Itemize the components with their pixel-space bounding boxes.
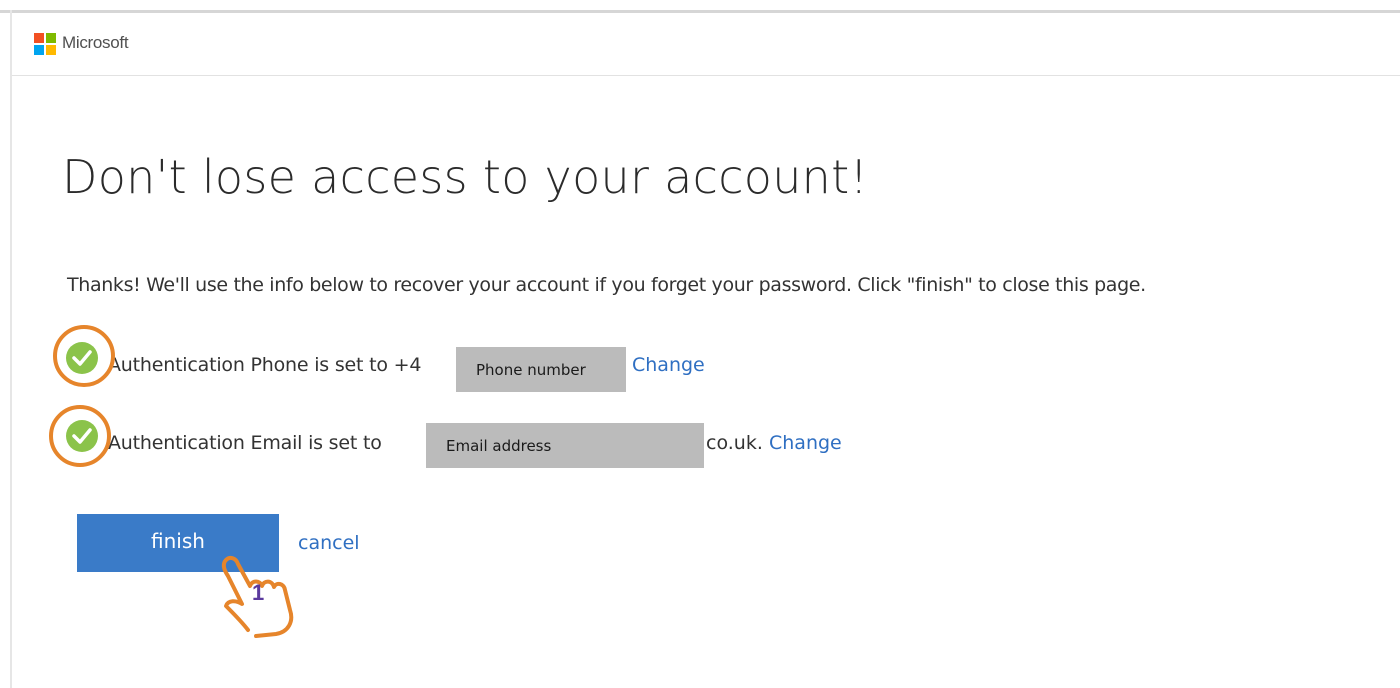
email-domain-suffix: co.uk. [706,432,763,454]
auth-phone-text: Authentication Phone is set to +4 [108,354,422,376]
phone-redaction: Phone number [456,347,626,392]
finish-button-label: finish [151,529,205,553]
auth-email-text: Authentication Email is set to [108,432,382,454]
phone-redaction-label: Phone number [476,361,586,379]
change-email-link[interactable]: Change [769,432,842,454]
change-phone-link[interactable]: Change [632,354,705,376]
auth-email-row: Authentication Email is set to Email add… [60,420,920,470]
email-highlight-ring [49,405,111,467]
email-redaction-label: Email address [446,437,552,455]
phone-highlight-ring [53,325,115,387]
brand-name: Microsoft [62,33,129,52]
step-number: 1 [252,580,265,605]
left-divider [10,10,12,688]
page-title: Don't lose access to your account! [62,150,869,204]
auth-phone-row: Authentication Phone is set to +4 Phone … [60,342,780,392]
microsoft-logo-icon [34,33,56,55]
header-bar: Microsoft [12,13,1400,76]
email-redaction: Email address [426,423,704,468]
intro-text: Thanks! We'll use the info below to reco… [67,274,1146,296]
page-frame: Microsoft Don't lose access to your acco… [0,0,1400,688]
